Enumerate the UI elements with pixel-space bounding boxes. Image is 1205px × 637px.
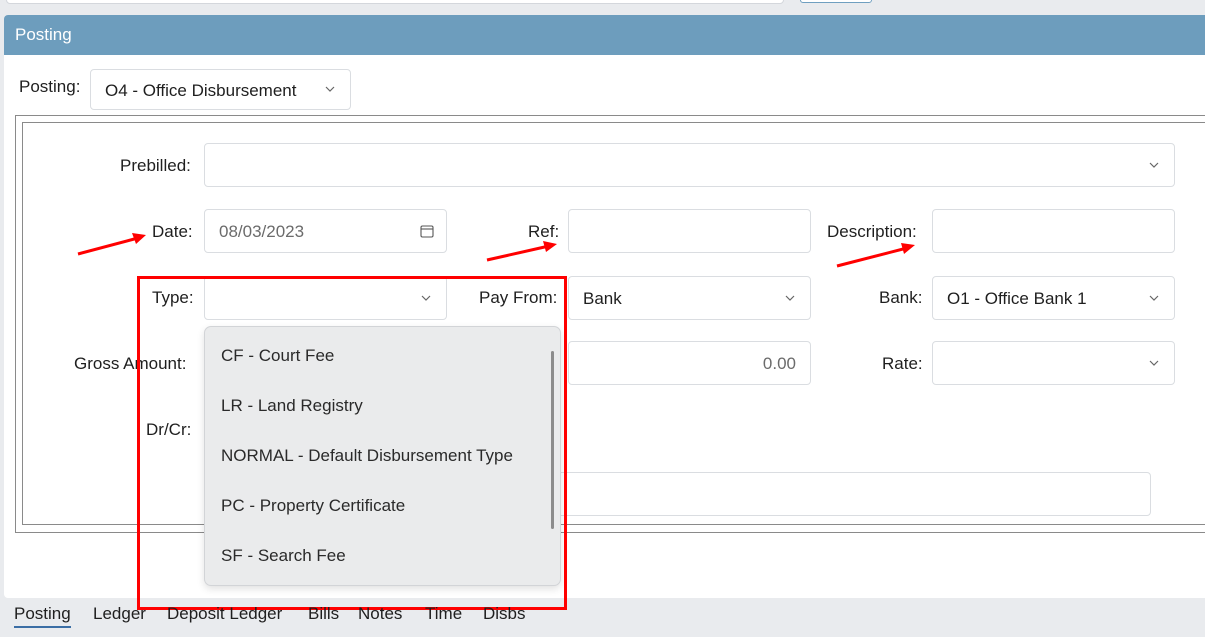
posting-value: O4 - Office Disbursement xyxy=(105,81,297,100)
tab-ledger[interactable]: Ledger xyxy=(93,604,146,624)
red-arrow-annotation xyxy=(486,241,557,262)
panel-title: Posting xyxy=(4,15,1205,55)
date-label: Date: xyxy=(152,222,193,241)
prebilled-select[interactable] xyxy=(204,143,1175,187)
tab-notes[interactable]: Notes xyxy=(358,604,402,624)
bank-select[interactable]: O1 - Office Bank 1 xyxy=(932,276,1175,320)
gross-amount-value: 0.00 xyxy=(762,354,796,373)
posting-select[interactable]: O4 - Office Disbursement xyxy=(90,69,351,110)
tab-disbs[interactable]: Disbs xyxy=(483,604,526,624)
ref-input[interactable] xyxy=(568,209,811,253)
notes-input[interactable] xyxy=(540,472,1151,516)
rate-label: Rate: xyxy=(882,354,923,373)
posting-label: Posting: xyxy=(19,77,81,96)
pay-from-value: Bank xyxy=(583,289,622,308)
tab-posting[interactable]: Posting xyxy=(14,604,71,628)
annotation-highlight-box xyxy=(137,276,567,610)
tab-time[interactable]: Time xyxy=(425,604,462,624)
prebilled-label: Prebilled: xyxy=(120,156,191,175)
top-button[interactable] xyxy=(800,0,872,3)
date-value: 08/03/2023 xyxy=(219,222,305,241)
rate-select[interactable] xyxy=(932,341,1175,385)
bank-value: O1 - Office Bank 1 xyxy=(947,289,1087,308)
chevron-down-icon xyxy=(1148,159,1160,171)
chevron-down-icon xyxy=(324,83,336,95)
calendar-icon[interactable] xyxy=(420,224,434,238)
ref-label: Ref: xyxy=(528,222,560,241)
top-toolbar xyxy=(0,0,1205,14)
bank-label: Bank: xyxy=(879,288,923,307)
gross-amount-input[interactable]: 0.00 xyxy=(568,341,811,385)
pay-from-select[interactable]: Bank xyxy=(568,276,811,320)
bottom-tabs: Posting Ledger Deposit Ledger Bills Note… xyxy=(0,600,1205,637)
top-input[interactable] xyxy=(6,0,784,4)
red-arrow-annotation xyxy=(836,243,915,268)
red-arrow-annotation xyxy=(77,233,146,256)
tab-deposit-ledger[interactable]: Deposit Ledger xyxy=(167,604,282,624)
tab-bills[interactable]: Bills xyxy=(308,604,339,624)
chevron-down-icon xyxy=(1148,292,1160,304)
chevron-down-icon xyxy=(784,292,796,304)
date-picker[interactable]: 08/03/2023 xyxy=(204,209,447,253)
chevron-down-icon xyxy=(1148,357,1160,369)
description-label: Description: xyxy=(827,222,917,241)
description-input[interactable] xyxy=(932,209,1175,253)
